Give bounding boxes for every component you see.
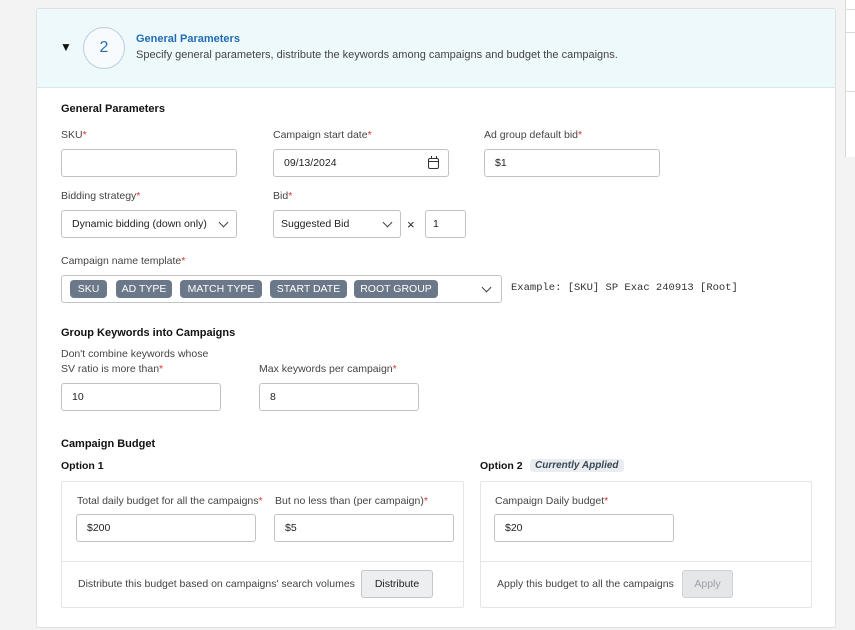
distribute-button[interactable]: Distribute (361, 570, 433, 598)
step-header[interactable]: ▼ 2 General Parameters Specify general p… (37, 9, 835, 88)
daily-budget-label: Campaign Daily budget* (495, 495, 609, 507)
start-date-value: 09/13/2024 (284, 157, 337, 169)
sku-label: SKU* (61, 129, 87, 141)
step-card: ▼ 2 General Parameters Specify general p… (36, 8, 836, 628)
group-keywords-heading: Group Keywords into Campaigns (61, 327, 236, 339)
chevron-down-icon (218, 217, 229, 228)
bid-value: Suggested Bid (281, 218, 350, 230)
start-date-label: Campaign start date* (273, 129, 372, 141)
collapse-caret-icon[interactable]: ▼ (60, 40, 72, 54)
daily-budget-input[interactable]: $20 (494, 514, 674, 542)
start-date-input[interactable]: 09/13/2024 (273, 149, 449, 177)
min-budget-input[interactable]: $5 (274, 514, 454, 542)
sv-ratio-label: Don't combine keywords whose SV ratio is… (61, 348, 209, 375)
chip-root-group[interactable]: ROOT GROUP (354, 280, 438, 298)
option2-panel: Campaign Daily budget* $20 Apply this bu… (480, 481, 812, 608)
apply-button[interactable]: Apply (682, 570, 733, 598)
general-parameters-heading: General Parameters (61, 103, 165, 115)
sku-input[interactable] (61, 149, 237, 177)
ad-group-bid-label: Ad group default bid* (484, 129, 583, 141)
adjacent-panel-edge (845, 0, 855, 157)
sv-ratio-input[interactable]: 10 (61, 383, 221, 411)
campaign-budget-heading: Campaign Budget (61, 438, 156, 450)
chip-ad-type[interactable]: AD TYPE (116, 280, 172, 298)
bid-label: Bid* (273, 190, 293, 202)
chevron-down-icon (382, 217, 393, 228)
min-budget-label: But no less than (per campaign)* (275, 495, 428, 507)
distribute-description: Distribute this budget based on campaign… (78, 578, 355, 590)
name-template-example: Example: [SKU] SP Exac 240913 [Root] (511, 282, 738, 294)
total-budget-input[interactable]: $200 (76, 514, 256, 542)
option1-footer: Distribute this budget based on campaign… (62, 561, 463, 607)
option2-footer: Apply this budget to all the campaigns A… (481, 561, 811, 607)
apply-description: Apply this budget to all the campaigns (497, 578, 674, 590)
max-keywords-input[interactable]: 8 (259, 383, 419, 411)
option2-title: Option 2 (480, 460, 523, 472)
multiply-icon: × (407, 217, 415, 232)
name-template-select[interactable]: SKU AD TYPE MATCH TYPE START DATE ROOT G… (61, 275, 502, 303)
option1-title: Option 1 (61, 460, 104, 472)
total-budget-label: Total daily budget for all the campaigns… (77, 495, 263, 507)
chip-match-type[interactable]: MATCH TYPE (180, 280, 262, 298)
bidding-strategy-label: Bidding strategy* (61, 190, 141, 202)
calendar-icon[interactable] (428, 156, 439, 169)
bid-multiplier-input[interactable]: 1 (425, 210, 466, 238)
max-keywords-label: Max keywords per campaign* (259, 363, 397, 375)
bid-select[interactable]: Suggested Bid (273, 210, 401, 238)
name-template-label: Campaign name template* (61, 255, 186, 267)
bidding-strategy-value: Dynamic bidding (down only) (72, 218, 207, 230)
step-title: General Parameters (136, 33, 240, 45)
chevron-down-icon (481, 282, 492, 293)
currently-applied-badge: Currently Applied (530, 459, 624, 472)
ad-group-bid-input[interactable]: $1 (484, 149, 660, 177)
chip-sku[interactable]: SKU (70, 280, 107, 298)
bidding-strategy-select[interactable]: Dynamic bidding (down only) (61, 210, 237, 238)
chip-start-date[interactable]: START DATE (270, 280, 347, 298)
option1-panel: Total daily budget for all the campaigns… (61, 481, 464, 608)
step-number-badge: 2 (83, 27, 125, 69)
step-description: Specify general parameters, distribute t… (136, 49, 618, 61)
